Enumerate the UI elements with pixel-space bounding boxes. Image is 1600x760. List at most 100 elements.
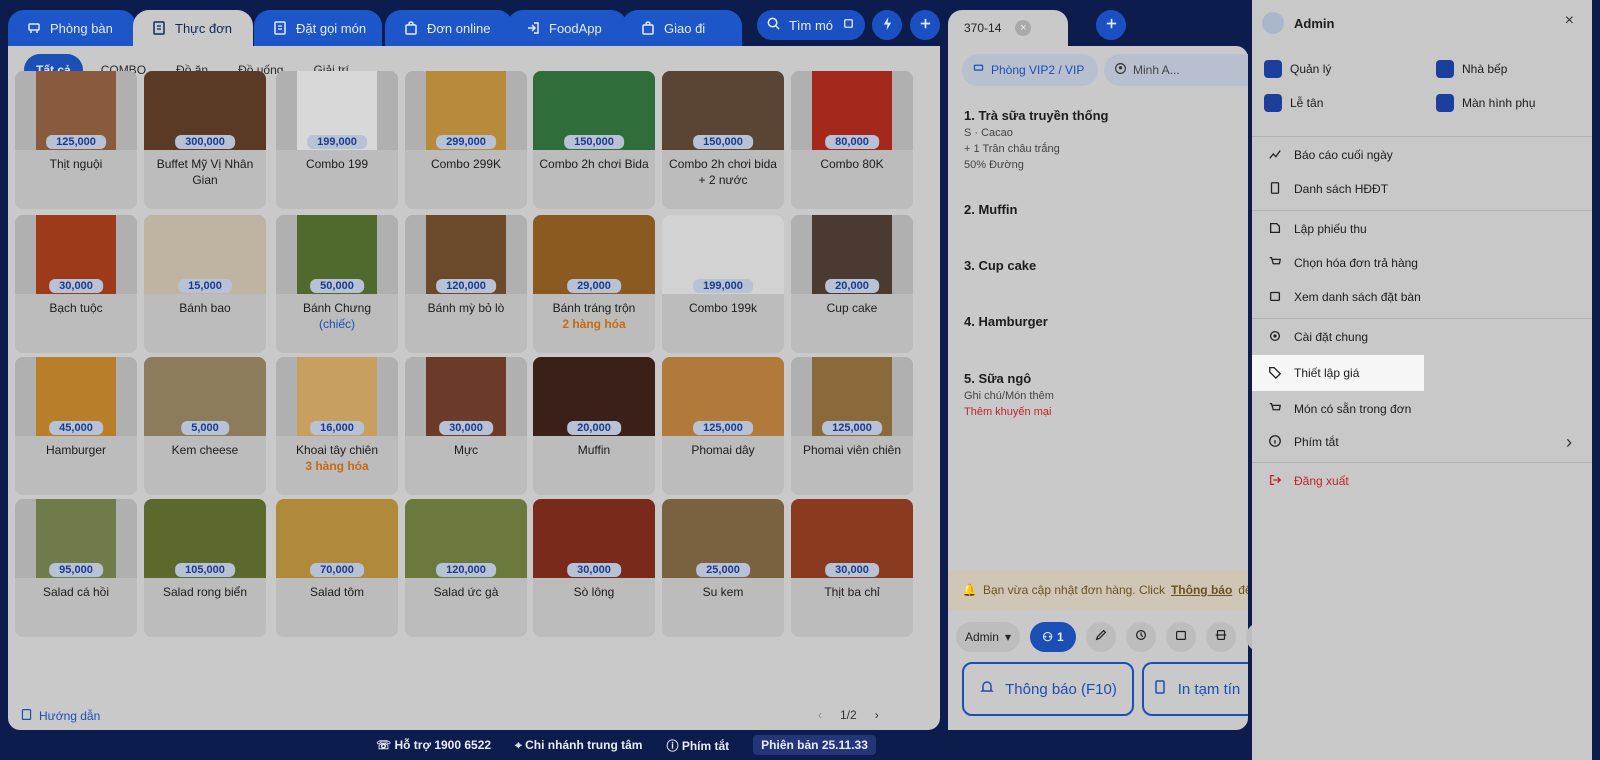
add-promotion-link[interactable]: Thêm khuyến mại [964, 406, 1054, 418]
add-order-button[interactable] [1096, 10, 1126, 40]
menu-return-invoice[interactable]: Chọn hóa đơn trả hàng [1252, 246, 1592, 280]
product-image: 30,000 [533, 499, 655, 578]
product-name: Combo 199 [305, 157, 369, 171]
product-card[interactable]: 16,000 Khoai tây chiên 3 hàng hóa [276, 357, 398, 495]
tab-giao-di[interactable]: Giao đi [622, 10, 742, 46]
menu-receipt-voucher[interactable]: Lập phiếu thu [1252, 212, 1592, 246]
order-table-tab[interactable]: 370-14 × [948, 10, 1068, 46]
order-line[interactable]: 4. Hamburger [964, 314, 1048, 329]
product-card[interactable]: 30,000 Bạch tuộc [15, 215, 137, 353]
menu-label: Món có sẵn trong đơn [1294, 402, 1412, 416]
product-card[interactable]: 105,000 Salad rong biển [144, 499, 266, 637]
staff-chip[interactable]: Minh A... [1104, 54, 1248, 86]
tab-dat-goi-mon[interactable]: Đặt gọi món [254, 10, 382, 46]
notice-text: Bạn vừa cập nhật đơn hàng. Click [982, 583, 1165, 597]
order-line[interactable]: 1. Trà sữa truyền thống S · Cacao + 1 Tr… [964, 108, 1109, 171]
split-button[interactable] [1206, 622, 1236, 652]
product-card[interactable]: 50,000 Bánh Chưng (chiếc) [276, 215, 398, 353]
prev-page-button[interactable]: ‹ [818, 708, 822, 722]
close-icon[interactable]: × [1015, 20, 1032, 36]
product-card[interactable]: 5,000 Kem cheese [144, 357, 266, 495]
notify-kitchen-button[interactable]: Thông báo (F10) [962, 662, 1134, 716]
product-card[interactable]: 150,000 Combo 2h chơi Bida [533, 71, 655, 209]
room-chip[interactable]: Phòng VIP2 / VIP [962, 54, 1098, 86]
order-line-title: 1. Trà sữa truyền thống [964, 108, 1109, 123]
history-button[interactable] [1126, 622, 1156, 652]
menu-logout[interactable]: Đăng xuất [1252, 464, 1592, 498]
product-card[interactable]: 120,000 Salad ức gà [405, 499, 527, 637]
menu-shortcuts[interactable]: Phím tắt › [1252, 425, 1592, 459]
print-temp-button[interactable]: In tạm tín [1142, 662, 1248, 716]
role-second-screen[interactable]: Màn hình phụ [1436, 94, 1535, 112]
product-card[interactable]: 29,000 Bánh tráng trộn 2 hàng hóa [533, 215, 655, 353]
product-card[interactable]: 299,000 Combo 299K [405, 71, 527, 209]
role-reception[interactable]: Lễ tân [1264, 94, 1323, 112]
branch-selector[interactable]: ⌖ Chi nhánh trung tâm [515, 738, 642, 753]
role-kitchen[interactable]: Nhà bếp [1436, 60, 1507, 78]
menu-price-setup[interactable]: Thiết lập giá [1252, 355, 1424, 391]
account-dropdown: Admin × Quản lý Nhà bếp Lễ tân Màn hình … [1252, 0, 1592, 760]
menu-label: Lập phiếu thu [1294, 222, 1367, 236]
product-card[interactable]: 125,000 Thịt nguội [15, 71, 137, 209]
product-card[interactable]: 30,000 Sò lông [533, 499, 655, 637]
note-link[interactable]: Ghi chú/Món thêm [964, 390, 1054, 402]
notice-link[interactable]: Thông báo [1171, 583, 1232, 597]
menu-available-items[interactable]: Món có sẵn trong đơn [1252, 392, 1592, 426]
product-card[interactable]: 20,000 Cup cake [791, 215, 913, 353]
product-card[interactable]: 125,000 Phomai viên chiên [791, 357, 913, 495]
notify-label: Thông báo (F10) [1005, 680, 1117, 698]
reservation-button[interactable] [1166, 622, 1196, 652]
menu-label: Phím tắt [1294, 435, 1339, 449]
edit-button[interactable] [1086, 622, 1116, 652]
tab-thuc-don[interactable]: Thực đơn [133, 10, 253, 46]
product-name: Kem cheese [171, 443, 239, 457]
menu-reservation-list[interactable]: Xem danh sách đặt bàn [1252, 280, 1592, 314]
product-card[interactable]: 70,000 Salad tôm [276, 499, 398, 637]
product-card[interactable]: 199,000 Combo 199k [662, 215, 784, 353]
order-line[interactable]: 2. Muffin [964, 202, 1017, 217]
product-card[interactable]: 30,000 Mực [405, 357, 527, 495]
product-price: 80,000 [825, 135, 879, 149]
flash-button[interactable] [872, 10, 902, 40]
close-icon[interactable]: × [1565, 12, 1574, 30]
product-name: Salad cá hồi [42, 585, 110, 599]
product-card[interactable]: 80,000 Combo 80K [791, 71, 913, 209]
tab-foodapp[interactable]: FoodApp [507, 10, 627, 46]
guest-count-button[interactable]: ⚇ 1 [1030, 622, 1076, 652]
product-card[interactable]: 25,000 Su kem [662, 499, 784, 637]
user-select[interactable]: Admin ▾ [956, 622, 1020, 652]
shortcut-link[interactable]: ⓘ Phím tắt [666, 737, 729, 754]
product-card[interactable]: 95,000 Salad cá hồi [15, 499, 137, 637]
product-card[interactable]: 30,000 Thịt ba chỉ [791, 499, 913, 637]
branch-label: Chi nhánh trung tâm [525, 737, 643, 752]
product-card[interactable]: 300,000 Buffet Mỹ Vị Nhân Gian [144, 71, 266, 209]
product-card[interactable]: 199,000 Combo 199 [276, 71, 398, 209]
menu-daily-report[interactable]: Báo cáo cuối ngày [1252, 138, 1592, 172]
product-card[interactable]: 150,000 Combo 2h chơi bida + 2 nước [662, 71, 784, 209]
print-label: In tạm tín [1177, 680, 1241, 698]
search-button[interactable]: Tìm mó [757, 10, 865, 40]
product-card[interactable]: 15,000 Bánh bao [144, 215, 266, 353]
menu-general-settings[interactable]: Cài đặt chung [1252, 320, 1592, 354]
menu-e-invoice-list[interactable]: Danh sách HĐĐT [1252, 172, 1592, 206]
order-line-detail: + 1 Trân châu trắng [964, 143, 1060, 155]
product-card[interactable]: 20,000 Muffin [533, 357, 655, 495]
tab-don-online[interactable]: Đơn online [385, 10, 513, 46]
order-line-title: 5. Sữa ngô [964, 371, 1032, 386]
order-line[interactable]: 3. Cup cake [964, 258, 1036, 273]
order-controls: Admin ▾ ⚇ 1 [956, 622, 1276, 652]
product-price: 29,000 [567, 279, 621, 293]
add-button[interactable] [910, 10, 940, 40]
product-card[interactable]: 45,000 Hamburger [15, 357, 137, 495]
next-page-button[interactable]: › [875, 708, 879, 722]
product-price: 30,000 [567, 563, 621, 577]
role-manager[interactable]: Quản lý [1264, 60, 1331, 78]
tab-phong-ban[interactable]: Phòng bàn [8, 10, 136, 46]
product-price: 120,000 [436, 279, 496, 293]
product-card[interactable]: 125,000 Phomai dây [662, 357, 784, 495]
product-card[interactable]: 120,000 Bánh mỳ bỏ lò [405, 215, 527, 353]
order-line[interactable]: 5. Sữa ngô Ghi chú/Món thêm Thêm khuyến … [964, 371, 1054, 418]
support-hotline[interactable]: ☏ Hỗ trợ 1900 6522 [376, 738, 491, 752]
tab-label: Đặt gọi món [296, 20, 367, 36]
guide-link[interactable]: Hướng dẫn [20, 708, 100, 724]
